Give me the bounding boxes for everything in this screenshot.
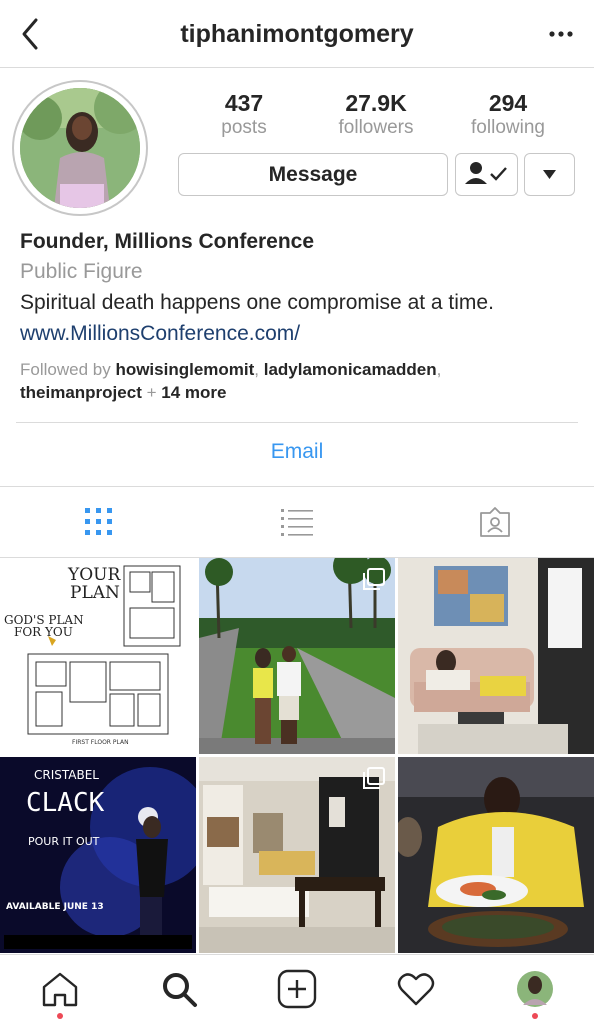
profile-notification-dot bbox=[532, 1013, 538, 1019]
profile-category: Public Figure bbox=[20, 260, 143, 283]
ellipsis-icon[interactable] bbox=[548, 22, 574, 46]
list-view-icon[interactable] bbox=[280, 505, 314, 539]
post-text: POUR IT OUT bbox=[28, 835, 100, 848]
post-text: FOR YOU bbox=[14, 625, 73, 639]
website-link[interactable]: www.MillionsConference.com/ bbox=[20, 318, 580, 350]
following-label: following bbox=[471, 117, 545, 138]
followers-stat[interactable]: 27.9K followers bbox=[310, 90, 442, 140]
divider bbox=[16, 422, 578, 423]
tagged-icon[interactable] bbox=[478, 505, 512, 539]
posts-stat[interactable]: 437 posts bbox=[178, 90, 310, 140]
follower-user-3[interactable]: theimanproject bbox=[20, 383, 142, 402]
suggestions-dropdown-button[interactable] bbox=[524, 153, 575, 196]
search-icon[interactable] bbox=[159, 969, 199, 1009]
bottom-navigation bbox=[0, 954, 594, 1024]
profile-stats: 437 posts 27.9K followers 294 following bbox=[178, 90, 574, 140]
top-bar: tiphanimontgomery bbox=[0, 0, 594, 68]
multiple-photos-icon bbox=[363, 767, 385, 789]
post-text: AVAILABLE JUNE 13 bbox=[6, 902, 104, 912]
living-room-post[interactable] bbox=[398, 558, 594, 754]
message-button[interactable]: Message bbox=[178, 153, 448, 196]
email-button[interactable]: Email bbox=[0, 440, 594, 464]
post-text: PLAN bbox=[70, 583, 120, 603]
cristabel-clack-post[interactable]: CRISTABEL CLACK POUR IT OUT AVAILABLE JU… bbox=[0, 757, 196, 953]
post-text: CLACK bbox=[26, 788, 105, 818]
following-count: 294 bbox=[488, 90, 528, 116]
post-text: FIRST FLOOR PLAN bbox=[72, 739, 129, 746]
followed-by-plus: + bbox=[141, 383, 162, 402]
avatar-photo bbox=[20, 88, 140, 208]
page-title: tiphanimontgomery bbox=[180, 20, 414, 48]
home-icon[interactable] bbox=[40, 969, 80, 1009]
profile-view-tabs bbox=[0, 486, 594, 558]
posts-count: 437 bbox=[224, 90, 264, 116]
profile-avatar-icon[interactable] bbox=[515, 969, 555, 1009]
add-post-icon[interactable] bbox=[277, 969, 317, 1009]
followed-by[interactable]: Followed by howisinglemomit, ladylamonic… bbox=[20, 358, 580, 404]
posts-label: posts bbox=[221, 117, 267, 138]
profile-bio: Founder, Millions Conference Public Figu… bbox=[20, 228, 580, 404]
interior-post[interactable] bbox=[199, 757, 395, 953]
profile-avatar[interactable] bbox=[12, 80, 148, 216]
floor-plan-post[interactable]: YOUR PLAN GOD'S PLAN FOR YOU FIRST FLOOR… bbox=[0, 558, 196, 754]
followed-by-more[interactable]: 14 more bbox=[161, 383, 226, 402]
caret-down-icon bbox=[543, 170, 556, 179]
post-grid: YOUR PLAN GOD'S PLAN FOR YOU FIRST FLOOR… bbox=[0, 558, 594, 954]
multiple-photos-icon bbox=[363, 568, 385, 590]
home-notification-dot bbox=[57, 1013, 63, 1019]
followers-label: followers bbox=[338, 117, 414, 138]
dinner-post[interactable] bbox=[398, 757, 594, 953]
couple-garden-post[interactable] bbox=[199, 558, 395, 754]
following-stat[interactable]: 294 following bbox=[442, 90, 574, 140]
post-text: YOUR bbox=[67, 565, 121, 585]
followers-count: 27.9K bbox=[345, 90, 407, 116]
follower-user-1[interactable]: howisinglemomit bbox=[115, 360, 254, 379]
post-text: CRISTABEL bbox=[34, 768, 99, 782]
user-check-icon bbox=[465, 162, 507, 184]
followed-by-prefix: Followed by bbox=[20, 360, 116, 379]
grid-view-icon[interactable] bbox=[82, 505, 116, 539]
profile-name: Founder, Millions Conference bbox=[20, 230, 315, 253]
following-status-button[interactable] bbox=[455, 153, 518, 196]
follower-user-2[interactable]: ladylamonicamadden bbox=[264, 360, 437, 379]
bio-text: Spiritual death happens one compromise a… bbox=[20, 291, 494, 314]
activity-heart-icon[interactable] bbox=[396, 969, 436, 1009]
